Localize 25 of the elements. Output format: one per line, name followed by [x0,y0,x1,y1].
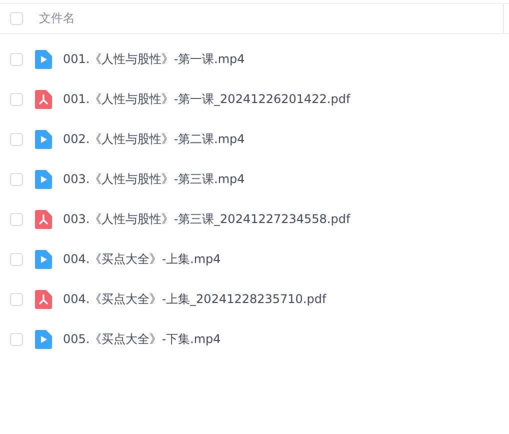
row-checkbox[interactable] [10,252,23,266]
row-checkbox[interactable] [10,212,23,226]
video-file-icon [35,250,52,268]
row-checkbox[interactable] [10,332,23,346]
select-all-checkbox[interactable] [10,12,23,25]
row-checkbox[interactable] [10,52,23,66]
file-name[interactable]: 005.《买点大全》-下集.mp4 [63,330,221,348]
file-name[interactable]: 001.《人性与股性》-第一课.mp4 [63,50,245,68]
row-checkbox[interactable] [10,92,23,106]
video-file-icon [35,50,52,68]
row-checkbox[interactable] [10,292,23,306]
row-checkbox[interactable] [10,172,23,186]
video-file-icon [35,330,52,348]
pdf-file-icon [35,210,52,228]
file-name[interactable]: 004.《买点大全》-上集.mp4 [63,250,221,268]
file-name[interactable]: 004.《买点大全》-上集_20241228235710.pdf [63,290,326,308]
file-name[interactable]: 001.《人性与股性》-第一课_20241226201422.pdf [63,90,350,108]
pdf-file-icon [35,90,52,108]
file-name[interactable]: 003.《人性与股性》-第三课_20241227234558.pdf [63,210,350,228]
pdf-file-icon [35,290,52,308]
row-checkbox[interactable] [10,132,23,146]
file-name[interactable]: 002.《人性与股性》-第二课.mp4 [63,130,245,148]
video-file-icon [35,170,52,188]
video-file-icon [35,130,52,148]
file-name[interactable]: 003.《人性与股性》-第三课.mp4 [63,170,245,188]
